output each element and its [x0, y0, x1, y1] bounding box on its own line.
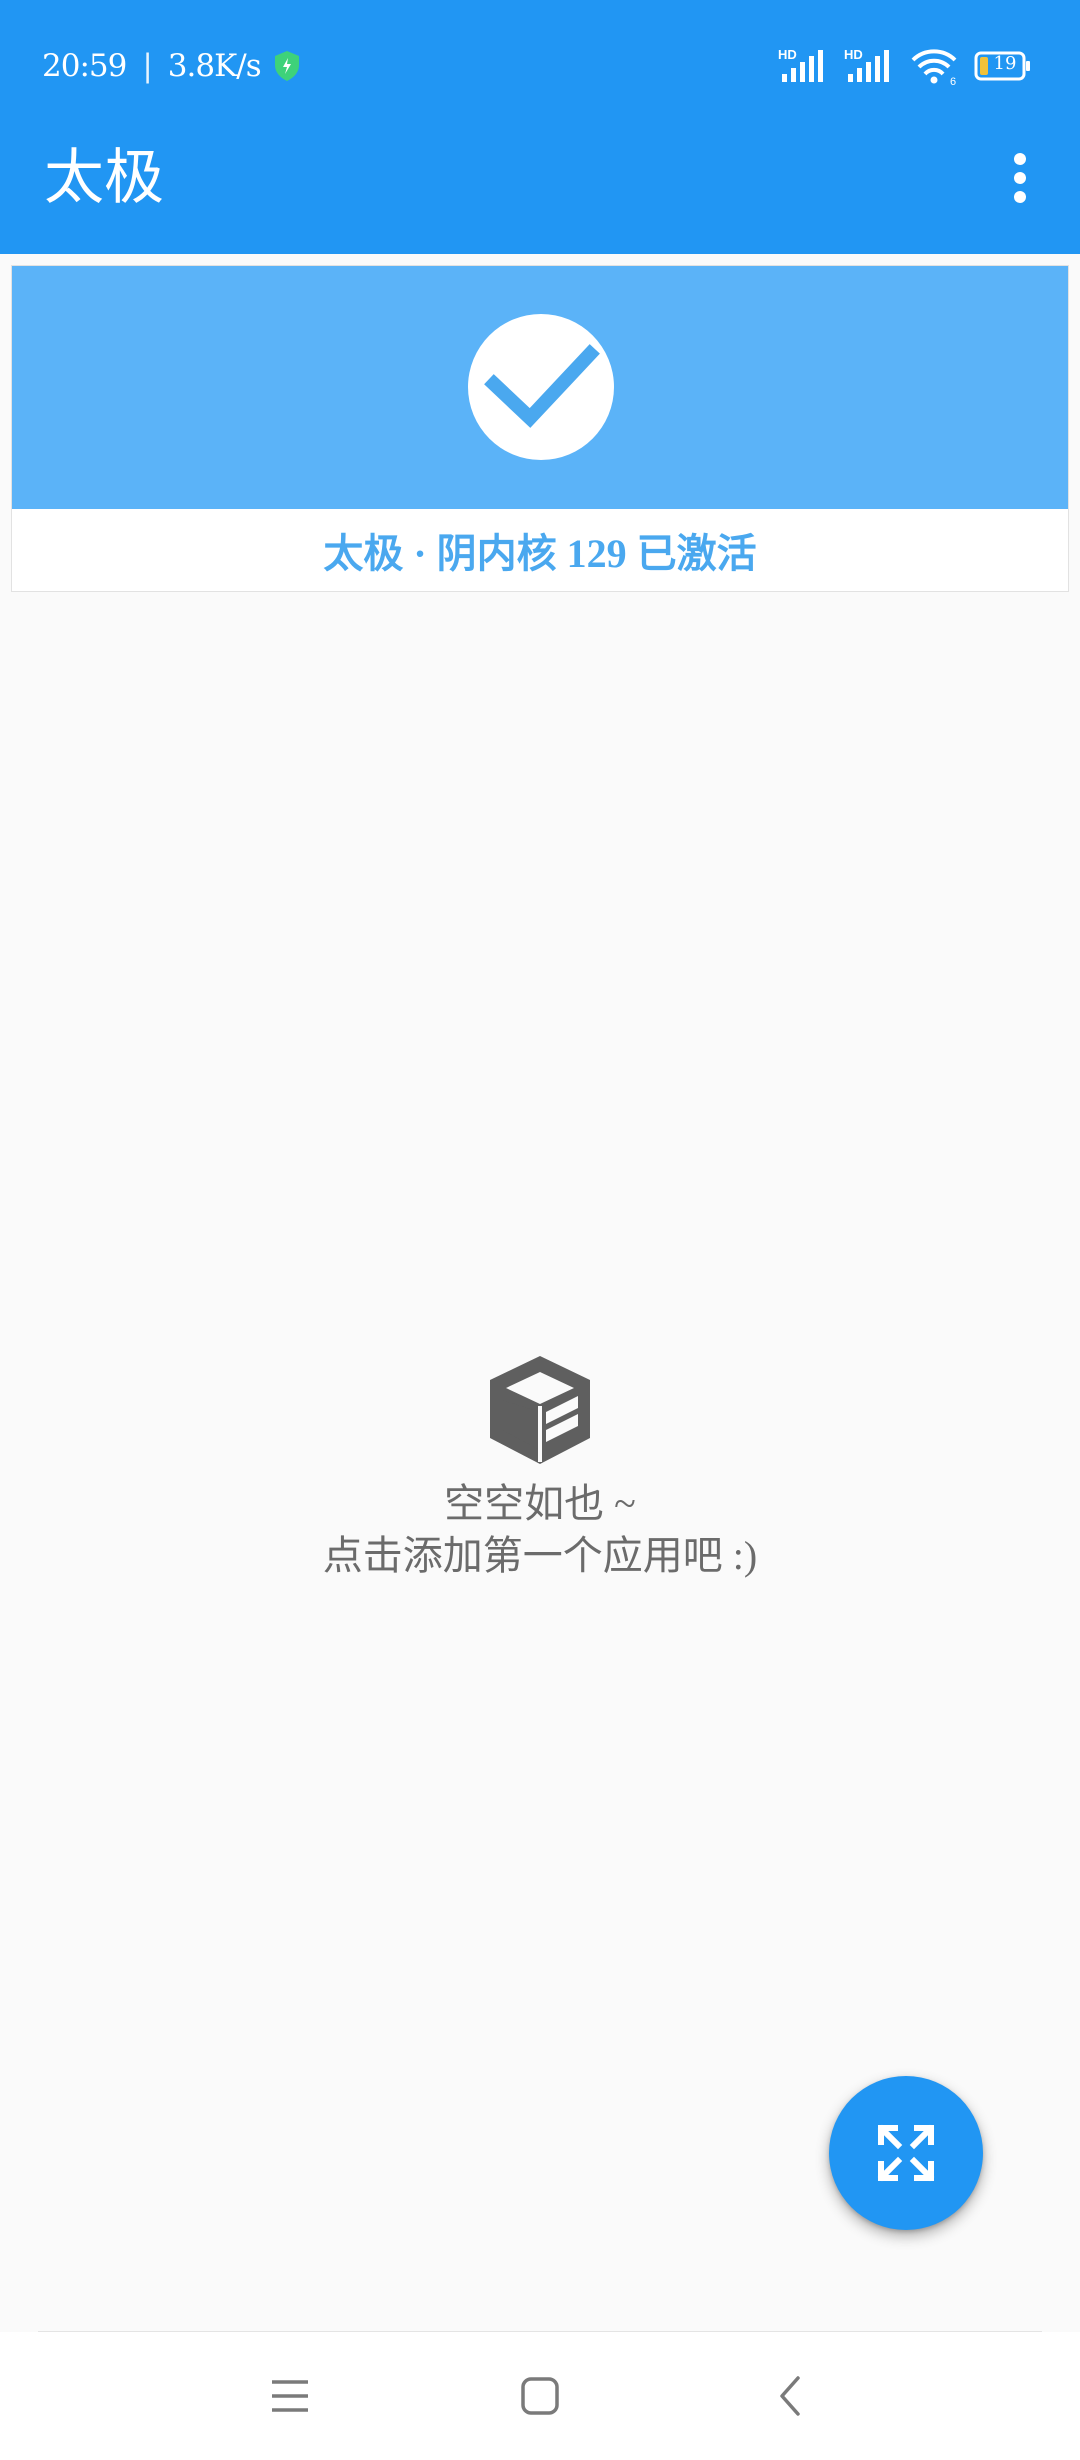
cell-signal-icon: HD	[778, 47, 823, 82]
network-type-2: HD	[844, 47, 863, 62]
back-icon	[780, 2376, 800, 2416]
status-right: HD HD 6 19	[778, 46, 1032, 86]
shield-icon	[274, 51, 299, 81]
recents-button[interactable]	[230, 2332, 350, 2460]
status-bar: 20:59 | 3.8K/s HD HD 6 19	[0, 0, 1080, 136]
app-title: 太极	[44, 145, 164, 211]
add-app-fab[interactable]	[829, 2076, 983, 2230]
battery-icon: 19	[974, 51, 1032, 81]
wifi-icon: 6	[911, 49, 957, 86]
box-icon	[490, 1356, 590, 1464]
expand-icon	[877, 2124, 935, 2182]
more-vert-icon[interactable]	[984, 140, 1056, 216]
battery-level: 19	[993, 53, 1017, 74]
activation-status-text: 太极 · 阴内核 129 已激活	[323, 531, 757, 576]
system-nav-bar	[0, 2332, 1080, 2460]
home-icon	[521, 2377, 559, 2415]
clock: 20:59	[42, 48, 127, 84]
empty-hint: 点击添加第一个应用吧 :)	[322, 1533, 758, 1578]
menu-icon	[272, 2380, 308, 2412]
top-app-area: 20:59 | 3.8K/s HD HD 6 19 太极	[0, 0, 1080, 254]
home-button[interactable]	[480, 2332, 600, 2460]
status-left: 20:59 | 3.8K/s	[42, 48, 301, 84]
cell-signal-icon-2: HD	[844, 47, 889, 82]
network-speed: 3.8K/s	[167, 48, 262, 84]
empty-state: 空空如也 ~ 点击添加第一个应用吧 :)	[0, 1350, 1080, 1582]
empty-title: 空空如也 ~	[444, 1481, 636, 1526]
wifi-badge: 6	[950, 76, 956, 86]
status-separator: |	[142, 48, 153, 84]
network-type-1: HD	[778, 47, 797, 62]
status-card-banner	[12, 266, 1068, 509]
activation-status-card[interactable]: 太极 · 阴内核 129 已激活	[11, 265, 1069, 592]
check-icon	[468, 314, 614, 460]
back-button[interactable]	[730, 2332, 850, 2460]
